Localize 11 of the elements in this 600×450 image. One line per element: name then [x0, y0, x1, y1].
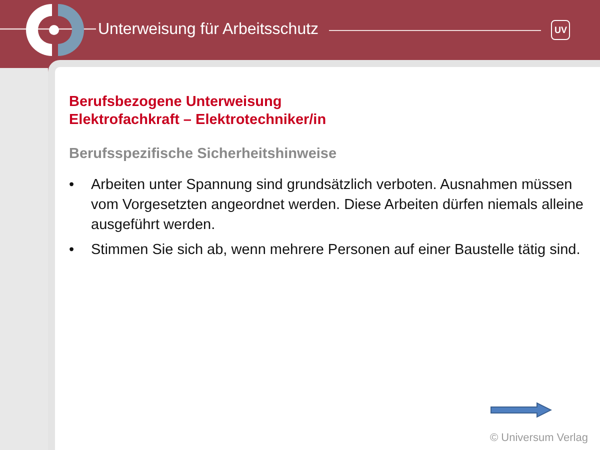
publisher-logo: UV	[551, 20, 570, 40]
bullet-marker: •	[69, 176, 76, 195]
bullet-text: Arbeiten unter Spannung sind grundsätzlich verboten. Ausnahmen müssen vom Vorgesetzten angeordnet werden. Diese Arbeiten dürfen niemals alleine ausgeführt werden.	[91, 176, 584, 235]
slide-heading: Elektrofachkraft – Elektrotechniker/in	[69, 111, 328, 129]
bullet-text: Stimmen Sie sich ab, wenn mehrere Personen auf einer Baustelle tätig sind.	[91, 241, 582, 260]
next-button[interactable]	[490, 402, 552, 418]
copyright-text: © Universum Verlag	[490, 432, 588, 444]
slide-heading: Berufsbezogene Unterweisung	[69, 93, 283, 111]
header-title: Unterweisung für Arbeitsschutz	[98, 21, 319, 39]
bullet-marker: •	[69, 241, 76, 260]
slide-subheading: Berufsspezifische Sicherheitshinweise	[69, 146, 338, 162]
